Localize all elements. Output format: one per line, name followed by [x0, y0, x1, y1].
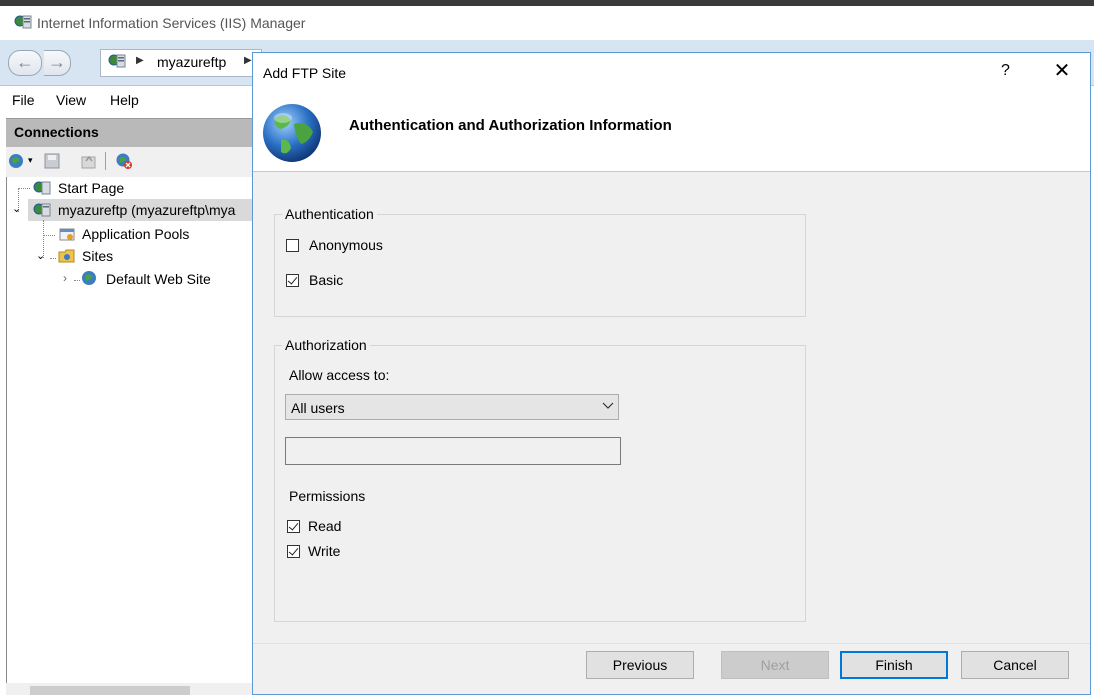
authentication-groupbox — [274, 214, 806, 317]
application-pools-icon — [59, 228, 75, 241]
forward-arrow-icon: → — [48, 52, 66, 72]
footer-divider — [253, 643, 1090, 644]
wizard-page-title: Authentication and Authorization Informa… — [349, 117, 672, 134]
back-button[interactable]: ← — [8, 50, 42, 76]
previous-button[interactable]: Previous — [586, 651, 694, 679]
read-permission-checkbox[interactable] — [287, 520, 300, 533]
web-site-globe-icon — [82, 271, 96, 285]
basic-label: Basic — [309, 272, 344, 288]
connections-title: Connections — [14, 124, 99, 140]
menu-view[interactable]: View — [56, 92, 86, 108]
sites-folder-icon — [58, 249, 75, 263]
help-button[interactable]: ? — [1001, 62, 1010, 80]
read-label: Read — [308, 518, 342, 534]
basic-checkbox[interactable] — [286, 274, 299, 287]
next-button[interactable]: Next — [721, 651, 829, 679]
menu-help[interactable]: Help — [110, 92, 139, 108]
up-level-icon[interactable] — [80, 152, 98, 170]
connect-globe-icon[interactable] — [8, 152, 26, 170]
allow-access-label: Allow access to: — [289, 367, 390, 383]
close-button[interactable]: ✕ — [1050, 58, 1074, 83]
toolbar-divider — [105, 152, 106, 170]
address-breadcrumb[interactable]: myazureftp — [157, 54, 226, 70]
allow-access-selected-value: All users — [291, 400, 345, 416]
forward-button[interactable]: → — [44, 50, 71, 76]
server-icon — [108, 54, 126, 68]
anonymous-label: Anonymous — [309, 237, 383, 253]
tree-item-sites[interactable]: Sites — [82, 248, 113, 264]
write-label: Write — [308, 543, 341, 559]
breadcrumb-chevron-icon: ▶ — [136, 55, 144, 66]
tree-item-default-web-site[interactable]: Default Web Site — [106, 271, 211, 287]
tree-item-application-pools[interactable]: Application Pools — [82, 226, 189, 242]
dropdown-arrow-icon[interactable]: ▾ — [28, 155, 33, 166]
globe-icon — [263, 104, 321, 162]
write-permission-checkbox[interactable] — [287, 545, 300, 558]
scrollbar-thumb[interactable] — [30, 686, 190, 695]
authentication-group-title: Authentication — [282, 206, 377, 222]
chevron-down-icon — [602, 402, 614, 409]
tree-collapsed-chevron-icon[interactable]: › — [63, 271, 67, 285]
menu-file[interactable]: File — [12, 92, 35, 108]
authorization-group-title: Authorization — [282, 337, 370, 353]
iis-window-title: Internet Information Services (IIS) Mana… — [37, 15, 306, 31]
anonymous-checkbox[interactable] — [286, 239, 299, 252]
server-icon — [33, 203, 51, 217]
tree-item-server[interactable]: myazureftp (myazureftp\mya — [58, 202, 258, 218]
disconnect-icon[interactable] — [115, 152, 133, 170]
cancel-button[interactable]: Cancel — [961, 651, 1069, 679]
permissions-label: Permissions — [289, 488, 366, 504]
tree-connector — [18, 188, 30, 189]
save-icon[interactable] — [43, 152, 61, 170]
dialog-title: Add FTP Site — [263, 65, 347, 81]
tree-expand-chevron-icon[interactable]: ⌄ — [12, 202, 21, 215]
tree-item-start-page[interactable]: Start Page — [58, 180, 124, 196]
breadcrumb-chevron-icon[interactable]: ▶ — [244, 55, 252, 66]
tree-connector — [43, 235, 55, 236]
dialog-titlebar — [253, 53, 1090, 91]
users-roles-textbox[interactable] — [285, 437, 621, 465]
authorization-groupbox — [274, 345, 806, 622]
finish-button[interactable]: Finish — [840, 651, 948, 679]
start-page-icon — [33, 181, 51, 195]
tree-expand-chevron-icon[interactable]: ⌄ — [36, 249, 45, 262]
iis-app-icon — [14, 15, 32, 29]
tree-connector — [50, 258, 56, 259]
back-arrow-icon: ← — [16, 52, 34, 72]
